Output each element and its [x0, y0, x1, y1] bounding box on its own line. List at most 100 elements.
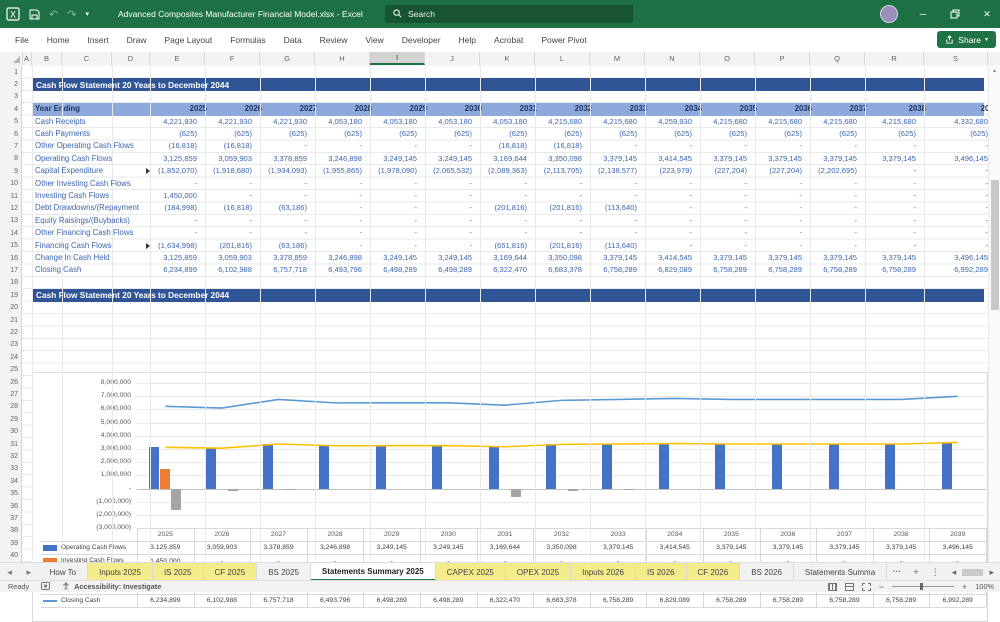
ribbon-tab-view[interactable]: View	[357, 28, 393, 52]
cell-value[interactable]: -	[200, 215, 252, 227]
row-header-2[interactable]: 2	[0, 81, 18, 89]
cell-value[interactable]: -	[420, 178, 472, 190]
cell-value[interactable]: -	[255, 227, 307, 239]
cell-value[interactable]: -	[864, 165, 916, 177]
cell-value[interactable]: -	[365, 202, 417, 214]
sheet-tab-cf-2025[interactable]: CF 2025	[204, 563, 258, 581]
cell-value[interactable]: -	[145, 178, 197, 190]
row-header-26[interactable]: 26	[0, 379, 18, 387]
row-header-35[interactable]: 35	[0, 490, 18, 498]
row-header-39[interactable]: 39	[0, 540, 18, 548]
cell-value[interactable]: 3,378,859	[255, 252, 307, 264]
cell-value[interactable]: 4,221,930	[145, 116, 197, 128]
cell-value[interactable]: -	[695, 140, 747, 152]
vertical-scroll-thumb[interactable]	[991, 180, 999, 310]
cell-value[interactable]: -	[805, 240, 857, 252]
cell-value[interactable]: 3,379,145	[864, 153, 916, 165]
cell-value[interactable]: 4,215,680	[750, 116, 802, 128]
row-header-13[interactable]: 13	[0, 217, 18, 225]
cell-value[interactable]: -	[420, 240, 472, 252]
row-label-capital-expenditure[interactable]: Capital Expenditure	[35, 165, 103, 177]
cell-value[interactable]: -	[936, 165, 988, 177]
row-header-10[interactable]: 10	[0, 180, 18, 188]
sheet-tab-inputs-2026[interactable]: Inputs 2026	[571, 563, 636, 581]
cell-value[interactable]: -	[695, 227, 747, 239]
sheet-tab-opex-2025[interactable]: OPEX 2025	[506, 563, 571, 581]
cell-value[interactable]: (227,204)	[695, 165, 747, 177]
cell-value[interactable]: 3,379,145	[864, 252, 916, 264]
cell-value[interactable]: 4,053,180	[365, 116, 417, 128]
row-header-6[interactable]: 6	[0, 131, 18, 139]
cell-value[interactable]: 4,053,180	[420, 116, 472, 128]
row-header-21[interactable]: 21	[0, 317, 18, 325]
cell-value[interactable]: (16,818)	[530, 140, 582, 152]
cell-value[interactable]: 6,683,378	[530, 264, 582, 276]
cell-value[interactable]: 4,215,680	[585, 116, 637, 128]
row-header-16[interactable]: 16	[0, 255, 18, 263]
cell-value[interactable]: (625)	[695, 128, 747, 140]
cell-value[interactable]: -	[310, 140, 362, 152]
cell-value[interactable]: -	[640, 140, 692, 152]
cell-value[interactable]: -	[750, 240, 802, 252]
cell-value[interactable]: -	[864, 190, 916, 202]
cell-value[interactable]: -	[530, 215, 582, 227]
search-input[interactable]: Search	[385, 5, 633, 23]
cell-value[interactable]: -	[936, 227, 988, 239]
cell-value[interactable]: -	[640, 178, 692, 190]
cell-value[interactable]: (201,816)	[530, 240, 582, 252]
row-label-other-investing-cash-flows[interactable]: Other Investing Cash Flows	[35, 178, 131, 190]
undo-icon[interactable]: ↶	[49, 6, 58, 22]
cell-value[interactable]: -	[420, 202, 472, 214]
cell-value[interactable]: -	[310, 215, 362, 227]
cell-value[interactable]: (625)	[255, 128, 307, 140]
cell-value[interactable]: (1,955,865)	[310, 165, 362, 177]
cell-value[interactable]: -	[585, 178, 637, 190]
ribbon-tab-data[interactable]: Data	[275, 28, 311, 52]
cell-value[interactable]: -	[255, 190, 307, 202]
row-header-24[interactable]: 24	[0, 354, 18, 362]
qat-customize-icon[interactable]: ▾	[85, 6, 89, 22]
cell-value[interactable]: (2,089,363)	[475, 165, 527, 177]
cell-value[interactable]: -	[750, 140, 802, 152]
row-header-32[interactable]: 32	[0, 453, 18, 461]
cell-value[interactable]: 6,322,470	[475, 264, 527, 276]
cell-value[interactable]: -	[365, 190, 417, 202]
cell-value[interactable]: 6,758,289	[695, 264, 747, 276]
cell-value[interactable]: -	[200, 227, 252, 239]
cell-value[interactable]: 3,246,898	[310, 153, 362, 165]
cell-value[interactable]: 3,414,545	[640, 153, 692, 165]
cell-value[interactable]: 3,249,145	[420, 252, 472, 264]
cell-value[interactable]: -	[585, 140, 637, 152]
cell-value[interactable]: 3,379,145	[695, 252, 747, 264]
cell-value[interactable]: (625)	[805, 128, 857, 140]
cell-value[interactable]: (1,918,680)	[200, 165, 252, 177]
column-header-C[interactable]: C	[62, 52, 112, 65]
close-button[interactable]: ✕	[980, 7, 994, 21]
cell-value[interactable]: (16,818)	[145, 140, 197, 152]
redo-icon[interactable]: ↷	[67, 6, 76, 22]
cell-value[interactable]: -	[640, 227, 692, 239]
row-header-18[interactable]: 18	[0, 279, 18, 287]
ribbon-tab-home[interactable]: Home	[38, 28, 79, 52]
hscroll-left-icon[interactable]: ◂	[946, 563, 963, 581]
column-header-L[interactable]: L	[535, 52, 590, 65]
cell-value[interactable]: 6,758,289	[585, 264, 637, 276]
ribbon-tab-power-pivot[interactable]: Power Pivot	[532, 28, 595, 52]
cell-value[interactable]: 3,059,903	[200, 252, 252, 264]
column-header-N[interactable]: N	[645, 52, 700, 65]
cell-value[interactable]: 3,249,145	[365, 252, 417, 264]
cell-value[interactable]: 3,379,145	[805, 252, 857, 264]
cell-value[interactable]: -	[864, 240, 916, 252]
cell-value[interactable]: -	[805, 178, 857, 190]
sheet-tab-capex-2025[interactable]: CAPEX 2025	[436, 563, 506, 581]
cell-value[interactable]: 6,758,289	[864, 264, 916, 276]
row-header-9[interactable]: 9	[0, 168, 18, 176]
cell-value[interactable]: -	[936, 190, 988, 202]
row-label-investing-cash-flows[interactable]: Investing Cash Flows	[35, 190, 109, 202]
cell-value[interactable]: -	[255, 140, 307, 152]
cell-value[interactable]: 4,053,180	[310, 116, 362, 128]
cell-value[interactable]: -	[750, 178, 802, 190]
cell-value[interactable]: (184,998)	[145, 202, 197, 214]
cell-value[interactable]: 6,493,796	[310, 264, 362, 276]
zoom-level[interactable]: 100%	[975, 582, 994, 591]
